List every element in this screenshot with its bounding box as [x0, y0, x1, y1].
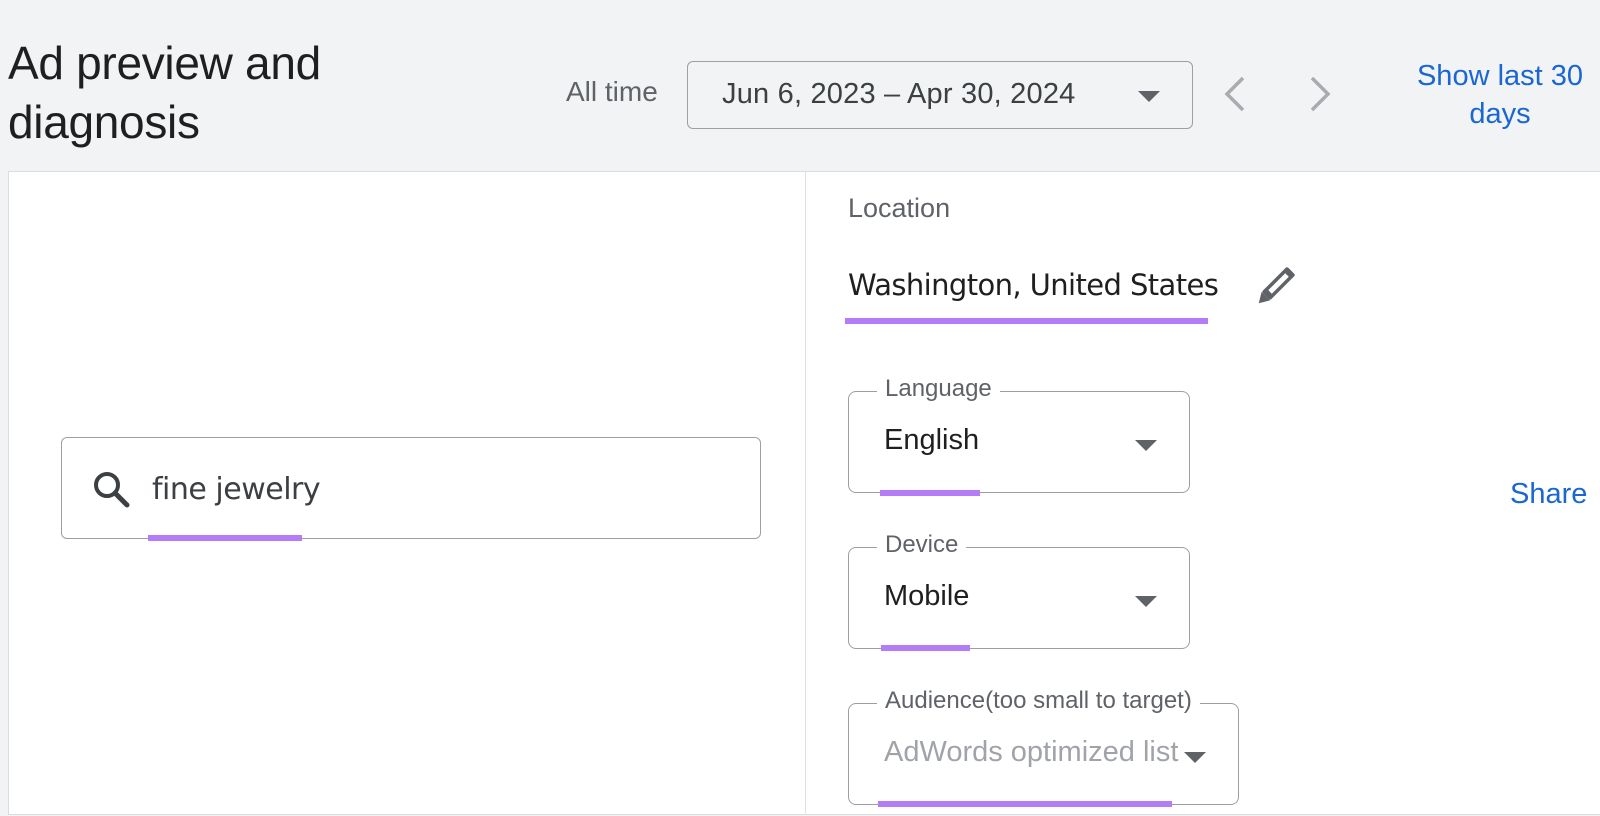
- panel-divider: [805, 171, 806, 815]
- pencil-icon[interactable]: [1250, 262, 1300, 312]
- date-range-select[interactable]: Jun 6, 2023 – Apr 30, 2024: [687, 61, 1193, 129]
- language-value: English: [884, 424, 980, 456]
- chevron-left-icon: [1224, 76, 1245, 112]
- search-query: fine jewelry: [152, 472, 321, 507]
- location-highlight: [845, 318, 1208, 324]
- location-value[interactable]: Washington, United States: [848, 268, 1219, 302]
- dropdown-arrow-icon: [1138, 91, 1160, 102]
- dropdown-arrow-icon: [1135, 440, 1157, 451]
- search-query-highlight: [148, 535, 302, 541]
- page-title: Ad preview and diagnosis: [8, 37, 321, 148]
- show-last-30-days-link[interactable]: Show last 30 days: [1400, 57, 1600, 133]
- device-label: Device: [877, 530, 967, 560]
- next-period-button[interactable]: [1300, 70, 1340, 118]
- date-range-label: All time: [566, 76, 658, 107]
- location-label: Location: [848, 193, 951, 223]
- audience-select[interactable]: Audience(too small to target) AdWords op…: [848, 686, 1239, 805]
- dropdown-arrow-icon: [1184, 752, 1206, 763]
- search-icon: [94, 472, 130, 508]
- device-highlight: [881, 645, 970, 651]
- audience-highlight: [878, 801, 1172, 807]
- audience-value: AdWords optimized list: [884, 736, 1179, 768]
- share-link[interactable]: Share: [1510, 478, 1587, 511]
- previous-period-button[interactable]: [1215, 70, 1255, 118]
- audience-label: Audience(too small to target): [877, 686, 1200, 716]
- search-input[interactable]: fine jewelry: [61, 437, 761, 539]
- chevron-right-icon: [1310, 76, 1331, 112]
- date-range-value: Jun 6, 2023 – Apr 30, 2024: [722, 78, 1076, 110]
- dropdown-arrow-icon: [1135, 596, 1157, 607]
- language-label: Language: [877, 374, 1000, 404]
- language-highlight: [880, 490, 980, 496]
- language-select[interactable]: Language English: [848, 374, 1190, 493]
- device-value: Mobile: [884, 580, 970, 612]
- device-select[interactable]: Device Mobile: [848, 530, 1190, 649]
